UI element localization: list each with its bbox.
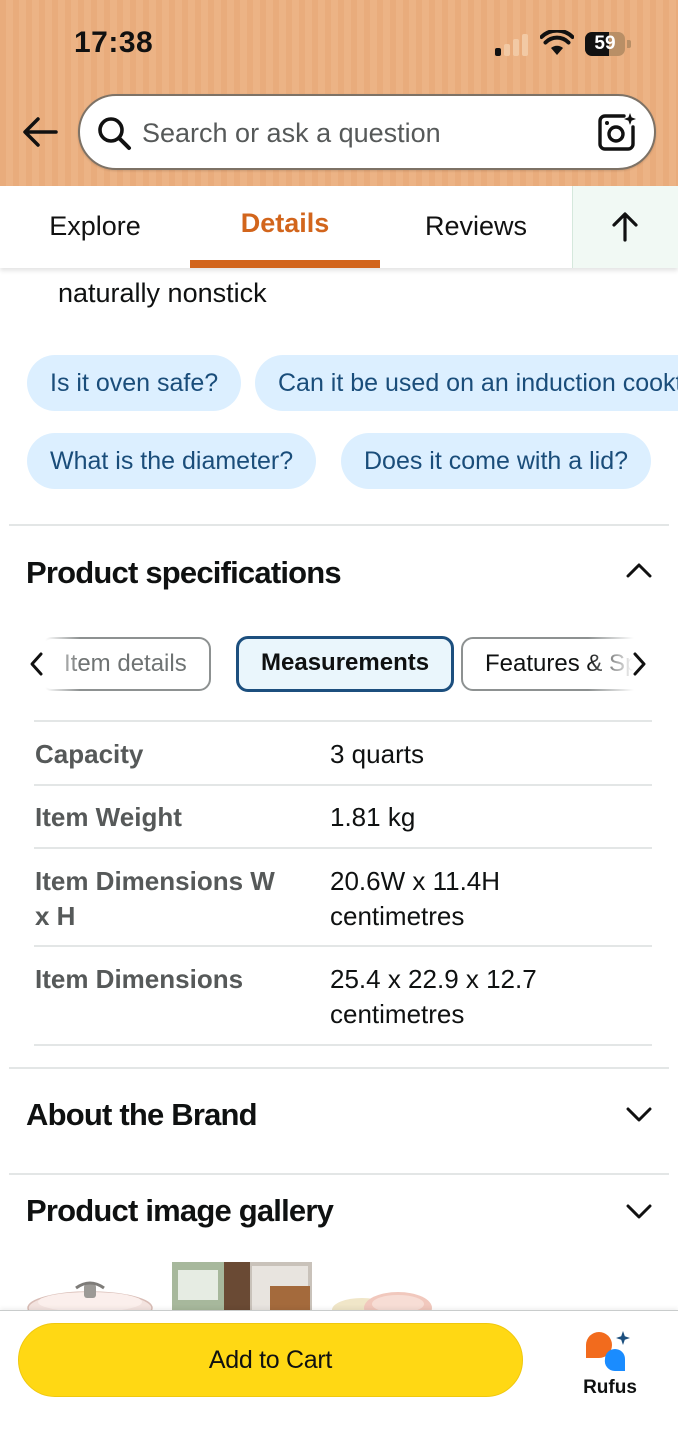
active-tab-indicator	[190, 260, 380, 268]
cellular-signal-icon	[495, 34, 531, 56]
question-chip[interactable]: Is it oven safe?	[27, 355, 242, 411]
search-input[interactable]	[142, 110, 582, 156]
gallery-thumbnail-pot[interactable]	[328, 1258, 448, 1312]
tab-details[interactable]: Details	[190, 186, 380, 268]
section-divider	[9, 1067, 669, 1069]
chevron-right-icon[interactable]	[628, 650, 650, 678]
rufus-button[interactable]: Rufus	[572, 1325, 648, 1405]
section-divider	[9, 1173, 669, 1175]
tab-explore-label: Explore	[49, 211, 141, 241]
spec-label: Item Dimensions W x H	[35, 866, 275, 931]
status-time: 17:38	[74, 26, 154, 59]
scroll-to-top-button[interactable]	[572, 186, 678, 268]
question-chip[interactable]: Can it be used on an induction cooktop?	[255, 355, 678, 411]
about-brand-heading[interactable]: About the Brand	[26, 1097, 258, 1133]
camera-search-icon[interactable]	[597, 112, 637, 152]
chevron-down-icon[interactable]	[624, 1196, 654, 1226]
rufus-label: Rufus	[583, 1377, 637, 1398]
spec-label: Item Weight	[35, 802, 182, 832]
tab-reviews[interactable]: Reviews	[380, 186, 572, 268]
gallery-thumbnails	[0, 1258, 678, 1312]
tab-reviews-label: Reviews	[424, 211, 528, 241]
spec-label: Capacity	[35, 739, 144, 769]
image-gallery-heading[interactable]: Product image gallery	[26, 1193, 334, 1229]
battery-level: 59	[594, 33, 616, 54]
spec-label: Item Dimensions	[35, 964, 244, 994]
spec-row-divider	[34, 847, 652, 849]
section-tab-bar: Explore Details Reviews	[0, 186, 678, 268]
rufus-icon	[586, 1331, 630, 1372]
spec-row-divider	[34, 945, 652, 947]
subtab-measurements[interactable]: Measurements	[236, 636, 455, 692]
app-header: 17:38 59	[0, 0, 678, 186]
spec-row-divider	[34, 1044, 652, 1046]
description-text: naturally nonstick	[58, 278, 267, 308]
product-specifications-heading: Product specifications	[26, 555, 342, 590]
spec-value: 25.4 x 22.9 x 12.7 centimetres	[330, 964, 537, 1029]
arrow-up-icon	[612, 212, 638, 242]
spec-row-divider	[34, 720, 652, 722]
search-bar[interactable]	[78, 94, 656, 170]
search-icon	[98, 117, 131, 150]
spec-value: 1.81 kg	[330, 802, 416, 832]
spec-value: 20.6W x 11.4H centimetres	[330, 866, 501, 931]
spec-row-divider	[34, 784, 652, 786]
question-chip[interactable]: Does it come with a lid?	[341, 433, 652, 489]
back-arrow-icon[interactable]	[20, 112, 60, 152]
add-to-cart-button[interactable]: Add to Cart	[18, 1323, 523, 1397]
tab-explore[interactable]: Explore	[0, 186, 190, 268]
gallery-thumbnail-dutch-oven[interactable]	[20, 1258, 190, 1312]
chevron-down-icon[interactable]	[624, 1099, 654, 1129]
battery-icon: 59	[585, 32, 631, 56]
wifi-icon	[540, 30, 574, 55]
bottom-action-bar: Add to Cart Rufus	[0, 1310, 678, 1440]
spec-value: 3 quarts	[330, 739, 424, 769]
chevron-left-icon[interactable]	[26, 650, 48, 678]
spec-subtab-strip: Item details Measurements Features & Spe…	[22, 636, 658, 694]
tab-details-label: Details	[240, 208, 330, 238]
section-divider	[9, 524, 669, 526]
chevron-up-icon[interactable]	[624, 556, 654, 586]
question-chip[interactable]: What is the diameter?	[27, 433, 317, 489]
gallery-thumbnail-kitchen[interactable]	[172, 1262, 312, 1312]
